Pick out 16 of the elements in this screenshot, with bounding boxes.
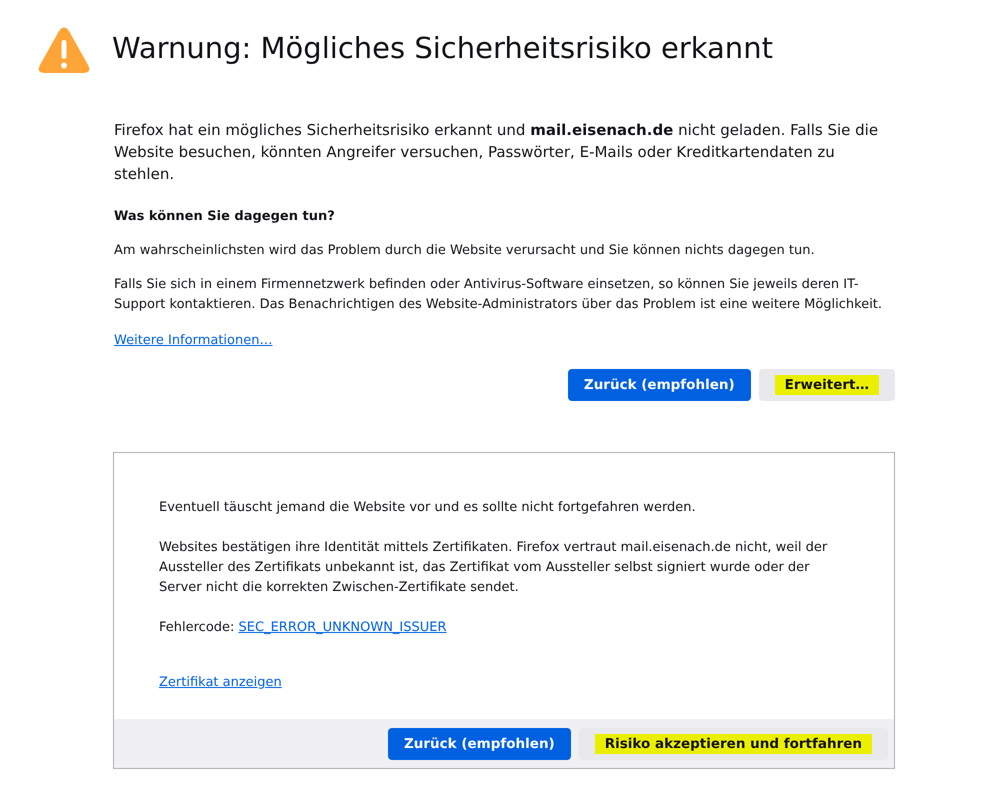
- back-button[interactable]: Zurück (empfohlen): [388, 728, 571, 760]
- section-heading: Was können Sie dagegen tun?: [114, 208, 336, 226]
- back-button[interactable]: Zurück (empfohlen): [568, 369, 751, 401]
- advanced-button[interactable]: Erweitert…: [758, 369, 895, 401]
- error-code-line: Fehlercode: SEC_ERROR_UNKNOWN_ISSUER: [159, 619, 448, 637]
- accept-risk-button[interactable]: Risiko akzeptieren und fortfahren: [578, 728, 888, 760]
- panel-paragraph: Websites bestätigen ihre Identität mittels Zertifikaten. Firefox vertraut mail.eisenach.de nicht, weil der Aussteller des Zertifikats unbekannt ist, das Zertifikat vom Aussteller selbst signiert wurde oder der Server nicht die korrekten Zwischen-Zertifikate sendet.: [159, 539, 828, 597]
- certificate-link[interactable]: Zertifikat anzeigen: [159, 673, 282, 693]
- body-paragraph: Am wahrscheinlichsten wird das Problem durch die Website verursacht und Sie können nichts dagegen tun.: [114, 242, 816, 260]
- body-paragraph: Falls Sie sich in einem Firmennetzwerk befinden oder Antivirus-Software einsetzen, so können Sie jeweils deren IT-Support kontaktieren. Das Benachrichtigen des Website-Administrators über das Problem ist eine weitere Möglichkeit.: [114, 276, 884, 314]
- intro-paragraph: Firefox hat ein mögliches Sicherheitsrisiko erkannt und mail.eisenach.de nicht geladen. Falls Sie die Website besuchen, könnten Angreifer versuchen, Passwörter, E-Mails oder Kreditkartendaten zu stehlen.: [114, 120, 880, 185]
- panel-paragraph: Eventuell täuscht jemand die Website vor und es sollte nicht fortgefahren werden.: [159, 499, 697, 517]
- warning-icon: [38, 27, 90, 75]
- page-title: Warnung: Mögliches Sicherheitsrisiko erkannt: [112, 30, 774, 67]
- more-info-link[interactable]: Weitere Informationen…: [114, 331, 272, 351]
- error-code-link[interactable]: SEC_ERROR_UNKNOWN_ISSUER: [238, 620, 447, 635]
